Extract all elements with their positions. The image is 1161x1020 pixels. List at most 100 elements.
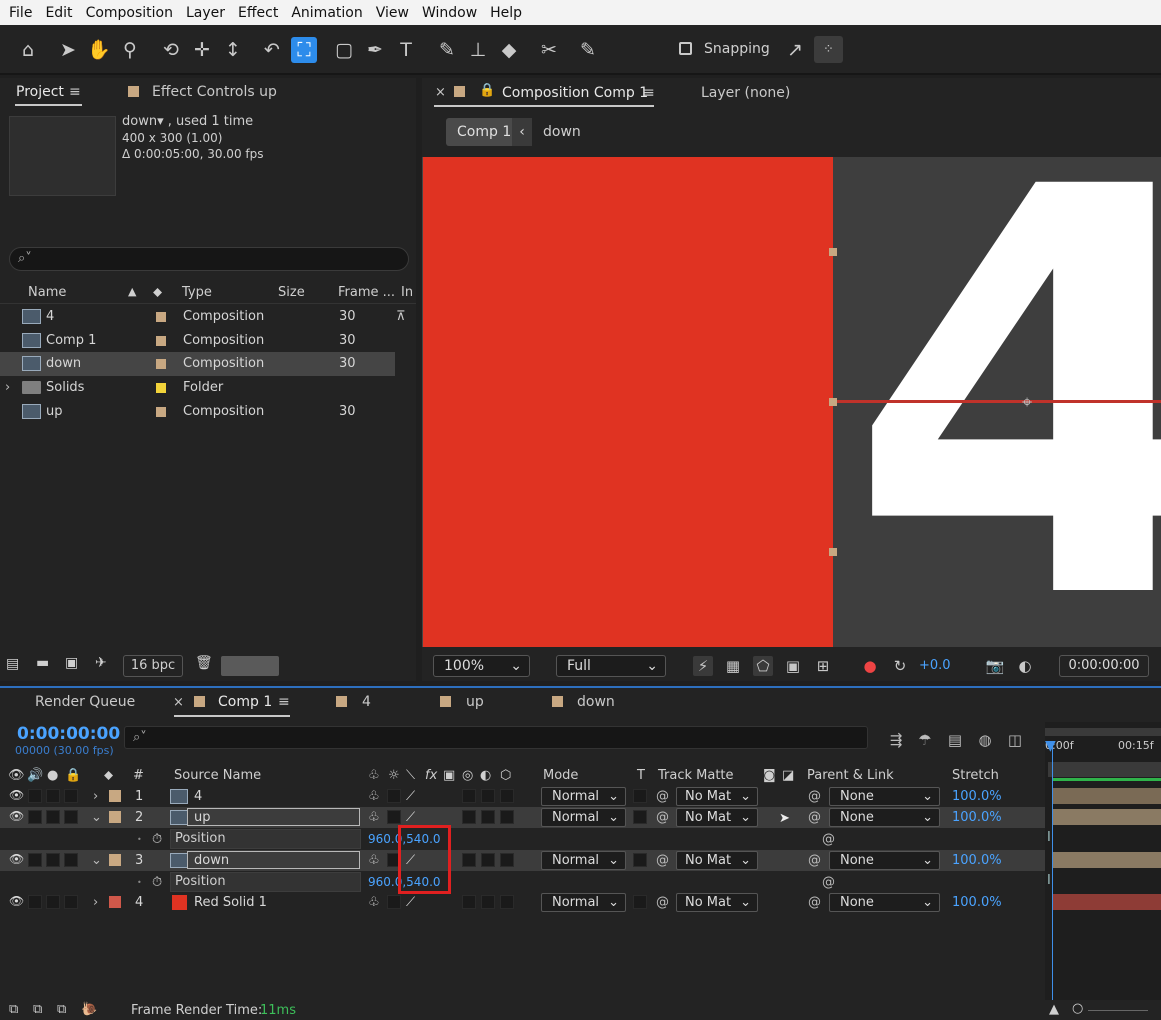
blend-mode-dropdown[interactable]: Normal ⌄	[541, 808, 626, 827]
breadcrumb-down[interactable]: down	[543, 124, 581, 140]
timeline-current-time[interactable]: 0:00:00:00	[17, 724, 120, 744]
switch-toggle[interactable]	[500, 789, 514, 803]
quality-icon[interactable]: ⟋	[406, 789, 415, 804]
menu-animation[interactable]: Animation	[291, 5, 362, 21]
effects-switch-icon[interactable]: fx	[425, 768, 437, 783]
project-item[interactable]: Comp 1 Composition 30	[0, 329, 395, 353]
property-row-position[interactable]: • ⏱ Position 960.0,540.0 @	[0, 829, 1045, 850]
matte-invert-icon[interactable]: ◪	[782, 768, 794, 783]
blend-mode-dropdown[interactable]: Normal ⌄	[541, 851, 626, 870]
zoom-tool-icon[interactable]: ⚲	[117, 37, 143, 63]
video-switch-icon[interactable]: 👁	[8, 768, 25, 783]
eye-icon[interactable]: 👁	[9, 788, 24, 802]
stretch-value[interactable]: 100.0%	[952, 810, 1002, 825]
track-matte-dropdown[interactable]: No Mat ⌄	[676, 893, 758, 912]
layer-name[interactable]: up	[194, 810, 211, 825]
quality-icon[interactable]: ⟋	[406, 895, 415, 910]
lock-switch-icon[interactable]: 🔒	[65, 768, 81, 783]
layer-name[interactable]: down	[194, 853, 229, 868]
pick-whip-icon[interactable]: @	[822, 832, 835, 847]
col-name[interactable]: Name	[28, 285, 66, 300]
layer-row-selected[interactable]: 👁 ⌄ 2 up ♧ ⟋ Normal ⌄ @ No Mat ⌄ ➤ @ None ⌄…	[0, 807, 1045, 828]
track-matte-dropdown[interactable]: No Mat ⌄	[676, 787, 758, 806]
pick-whip-icon[interactable]: @	[808, 789, 821, 804]
solo-toggle[interactable]	[46, 853, 60, 867]
dolly-camera-icon[interactable]: ↕	[220, 37, 246, 63]
label-swatch[interactable]	[156, 336, 166, 346]
panel-menu-icon[interactable]: ≡	[69, 84, 81, 100]
stretch-value[interactable]: 100.0%	[952, 895, 1002, 910]
work-area-bar[interactable]	[1045, 728, 1161, 736]
audio-toggle[interactable]	[28, 853, 42, 867]
sort-up-icon[interactable]: ▲	[128, 285, 136, 298]
panel-menu-icon[interactable]: ≡	[278, 694, 290, 710]
switch-toggle[interactable]	[481, 853, 495, 867]
resolution-dropdown[interactable]: Full ⌄	[556, 655, 666, 677]
expand-chevron-icon[interactable]: ›	[5, 380, 10, 395]
col-number[interactable]: #	[133, 768, 144, 783]
layer-duration-bar[interactable]	[1053, 852, 1161, 868]
col-stretch[interactable]: Stretch	[952, 768, 999, 783]
layer-duration-bar[interactable]	[1053, 809, 1161, 825]
current-time-display[interactable]: 0:00:00:00	[1059, 655, 1149, 677]
composition-canvas[interactable]: 4 ⌖	[422, 157, 1161, 647]
motion-blur-icon[interactable]: ◍	[974, 730, 996, 750]
snapping-checkbox[interactable]	[679, 42, 692, 55]
fast-previews-icon[interactable]: ⚡	[693, 656, 713, 676]
solo-switch-icon[interactable]: ●	[47, 768, 58, 783]
mask-visibility-icon[interactable]: ⬠	[753, 656, 773, 676]
menu-window[interactable]: Window	[422, 5, 477, 21]
project-item[interactable]: up Composition 30	[0, 400, 395, 424]
label-swatch[interactable]	[109, 811, 121, 823]
menu-help[interactable]: Help	[490, 5, 522, 21]
anchor-point-icon[interactable]: ⌖	[1022, 392, 1032, 413]
graph-editor-icon[interactable]: ◫	[1004, 730, 1026, 750]
pan-behind-tool-icon[interactable]: ⛶	[291, 37, 317, 63]
pick-whip-icon[interactable]: @	[808, 853, 821, 868]
collapse-toggle[interactable]	[387, 895, 401, 909]
col-in[interactable]: In	[401, 285, 413, 300]
item-name-usage[interactable]: down▾ , used 1 time	[122, 114, 264, 130]
switch-toggle[interactable]	[500, 853, 514, 867]
roto-brush-icon[interactable]: ✂	[536, 37, 562, 63]
layer-name-box[interactable]	[187, 808, 360, 826]
magnification-dropdown[interactable]: 100% ⌄	[433, 655, 530, 677]
shy-icon[interactable]: ♧	[368, 895, 380, 910]
col-track-matte[interactable]: Track Matte	[658, 768, 734, 783]
switch-toggle[interactable]	[500, 810, 514, 824]
draft-3d-icon[interactable]: ☂	[914, 730, 936, 750]
lock-toggle[interactable]	[64, 789, 78, 803]
exposure-value[interactable]: +0.0	[919, 658, 951, 673]
region-of-interest-icon[interactable]: ▣	[783, 656, 803, 676]
tab-comp-up[interactable]: up	[466, 694, 484, 710]
audio-toggle[interactable]	[28, 895, 42, 909]
lock-icon[interactable]: 🔒	[479, 83, 495, 98]
col-size[interactable]: Size	[278, 285, 305, 300]
zoom-slider-handle[interactable]: ○	[1072, 1001, 1083, 1016]
parent-dropdown[interactable]: None ⌄	[829, 787, 940, 806]
tab-comp-4[interactable]: 4	[362, 694, 371, 710]
eraser-tool-icon[interactable]: ◆	[496, 37, 522, 63]
blend-mode-dropdown[interactable]: Normal ⌄	[541, 893, 626, 912]
reset-exposure-icon[interactable]: ↻	[890, 656, 910, 676]
solo-toggle[interactable]	[46, 895, 60, 909]
layer-duration-bar[interactable]	[1053, 788, 1161, 804]
collapse-chevron-icon[interactable]: ⌄	[91, 853, 102, 868]
flowchart-icon[interactable]: ⊼	[396, 309, 406, 324]
hand-tool-icon[interactable]: ✋	[86, 37, 112, 63]
transfer-controls-icon[interactable]: ⧉	[33, 1002, 42, 1017]
snapshot-camera-icon[interactable]: 📷	[985, 656, 1005, 676]
home-icon[interactable]: ⌂	[15, 37, 41, 63]
label-swatch[interactable]	[156, 312, 166, 322]
shape-tool-icon[interactable]: ▢	[331, 37, 357, 63]
label-swatch[interactable]	[156, 359, 166, 369]
layer-row-selected[interactable]: 👁 ⌄ 3 down ♧ ⟋ Normal ⌄ @ No Mat ⌄ @ None ⌄…	[0, 850, 1045, 871]
preserve-transparency-toggle[interactable]	[633, 789, 647, 803]
matte-link-icon[interactable]: @	[656, 853, 669, 868]
label-column-icon[interactable]: ⬥	[104, 768, 113, 783]
label-column-icon[interactable]: ⬥	[153, 285, 162, 300]
timeline-search-input[interactable]: ⌕˅	[124, 726, 868, 749]
close-tab-icon[interactable]: ×	[435, 85, 446, 100]
eye-icon[interactable]: 👁	[9, 894, 24, 908]
pan-camera-icon[interactable]: ✛	[189, 37, 215, 63]
